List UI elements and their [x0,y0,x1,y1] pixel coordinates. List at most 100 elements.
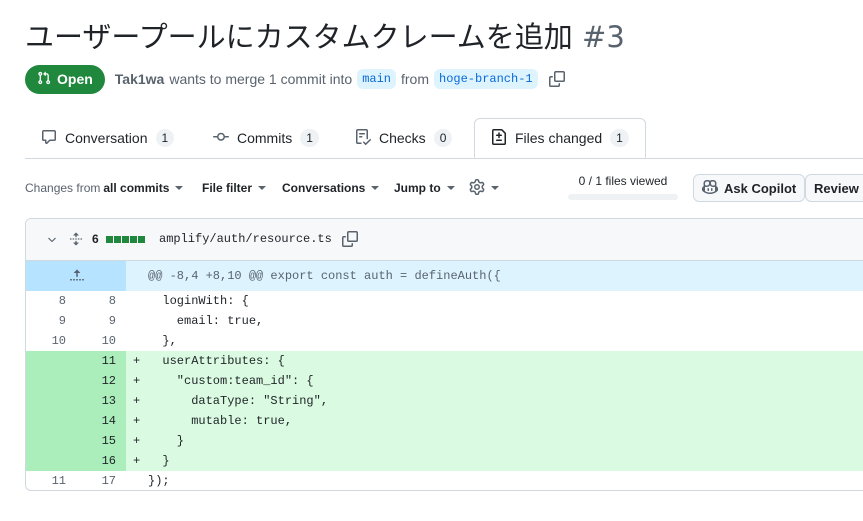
new-line-number[interactable]: 13 [76,391,116,411]
diff-sign: + [133,414,141,428]
git-pull-request-icon [37,71,51,88]
tab-count: 1 [610,129,629,147]
diff-sign: + [133,434,141,448]
base-branch[interactable]: main [357,69,396,89]
code-line: dataType: "String", [148,394,329,408]
checklist-icon [355,128,372,148]
pr-number: #3 [582,20,625,54]
expand-up-button[interactable] [26,261,126,291]
tab-files-changed[interactable]: Files changed 1 [474,118,646,158]
code-line: userAttributes: { [148,354,285,368]
caret-down-icon [258,186,267,190]
commit-icon [213,129,229,148]
settings-dropdown[interactable] [469,174,499,202]
merge-text: wants to merge 1 commit into [169,71,353,87]
copy-icon[interactable] [548,71,565,87]
status-badge: Open [25,64,105,94]
new-line-number[interactable]: 15 [76,431,116,451]
code-line: } [148,454,170,468]
fold-up-icon [70,269,84,281]
diff-line-added: 16 + } [26,451,863,471]
old-line-number[interactable]: 8 [26,291,66,311]
pr-title: ユーザープールにカスタムクレームを追加 #3 [25,18,625,56]
pr-meta: Open Tak1wa wants to merge 1 commit into… [25,64,565,94]
diff-line: 9 9 email: true, [26,311,863,331]
changes-from-dropdown[interactable]: Changes from all commits [25,174,184,202]
diff-table: @@ -8,4 +8,10 @@ export const auth = def… [26,261,863,490]
conversations-dropdown[interactable]: Conversations [282,174,380,202]
new-line-number[interactable]: 12 [76,371,116,391]
files-viewed-progress: 0 / 1 files viewed [568,174,678,200]
files-viewed-bar [568,194,678,200]
file-filter-dropdown[interactable]: File filter [202,174,267,202]
code-line: loginWith: { [148,294,249,308]
code-line: } [148,434,185,448]
unfold-icon[interactable] [69,231,83,252]
status-label: Open [57,71,93,87]
tab-count: 1 [300,129,319,147]
ask-copilot-button[interactable]: Ask Copilot [693,174,806,202]
diff-toolbar: Changes from all commits File filter Con… [25,174,863,202]
tab-conversation[interactable]: Conversation 1 [41,118,175,158]
file-diff-icon [491,128,507,148]
file-filter-label: File filter [202,181,253,195]
author-link[interactable]: Tak1wa [115,71,165,87]
tab-checks[interactable]: Checks 0 [355,118,453,158]
diff-line: 11 17 }); [26,471,863,490]
tab-count: 1 [155,129,175,147]
changes-from-prefix: Changes from [25,181,101,195]
changes-count: 6 [92,232,99,246]
diffstat-block [106,236,113,243]
code-line: }); [148,474,170,488]
tab-count: 0 [433,129,453,147]
pr-tabs: Conversation 1 Commits 1 Checks 0 Files … [25,118,863,159]
hunk-text: @@ -8,4 +8,10 @@ export const auth = def… [148,269,501,283]
files-viewed-label: 0 / 1 files viewed [578,174,668,188]
diff-sign: + [133,354,141,368]
old-line-number[interactable]: 10 [26,331,66,351]
tab-commits[interactable]: Commits 1 [213,118,319,158]
code-line: mutable: true, [148,414,293,428]
diff-line-added: 13 + dataType: "String", [26,391,863,411]
caret-down-icon [446,186,455,190]
new-line-number[interactable]: 14 [76,411,116,431]
diffstat-block [114,236,121,243]
diff-file: 6 amplify/auth/resource.ts @@ -8,4 +8,10… [25,218,863,491]
diff-line-added: 12 + "custom:team_id": { [26,371,863,391]
new-line-number[interactable]: 16 [76,451,116,471]
copilot-icon [702,179,718,198]
gear-icon [469,178,485,198]
jump-to-label: Jump to [394,181,441,195]
review-changes-button[interactable]: Review in [805,174,863,202]
diff-line-added: 15 + } [26,431,863,451]
jump-to-dropdown[interactable]: Jump to [394,174,455,202]
caret-down-icon [371,186,380,190]
chevron-down-icon[interactable] [46,233,58,251]
tab-label: Commits [237,130,293,146]
caret-down-icon [175,186,184,190]
diffstat-block [122,236,129,243]
comment-icon [41,129,57,148]
head-branch[interactable]: hoge-branch-1 [434,69,538,89]
diffstat-block [138,236,145,243]
new-line-number[interactable]: 8 [76,291,116,311]
new-line-number[interactable]: 10 [76,331,116,351]
code-line: }, [148,334,177,348]
old-line-number[interactable]: 11 [26,471,66,490]
new-line-number[interactable]: 11 [76,351,116,371]
tab-label: Checks [379,130,426,146]
copy-icon[interactable] [342,231,358,252]
ask-copilot-label: Ask Copilot [724,180,797,196]
diff-sign: + [133,374,141,388]
code-line: email: true, [148,314,264,328]
code-line: "custom:team_id": { [148,374,314,388]
diff-line-added: 14 + mutable: true, [26,411,863,431]
file-header: 6 amplify/auth/resource.ts [26,219,863,261]
new-line-number[interactable]: 9 [76,311,116,331]
new-line-number[interactable]: 17 [76,471,116,490]
diff-line: 10 10 }, [26,331,863,351]
file-path-link[interactable]: amplify/auth/resource.ts [159,232,332,246]
diff-sign: + [133,454,141,468]
old-line-number[interactable]: 9 [26,311,66,331]
diffstat [106,236,145,243]
